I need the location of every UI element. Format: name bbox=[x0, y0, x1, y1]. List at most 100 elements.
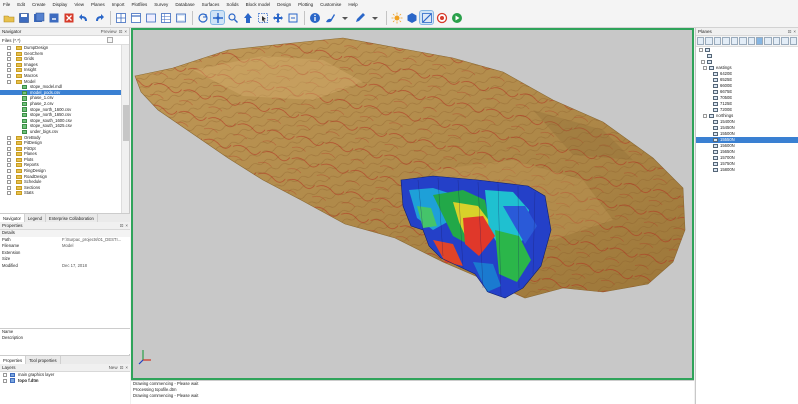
zoom-button[interactable] bbox=[226, 11, 239, 24]
close-icon[interactable]: × bbox=[125, 364, 128, 371]
expand-icon[interactable] bbox=[3, 373, 7, 377]
plane-tool-button[interactable] bbox=[772, 37, 781, 45]
record-button[interactable] bbox=[435, 11, 448, 24]
dropdown2-button[interactable] bbox=[368, 11, 381, 24]
expand-icon[interactable] bbox=[7, 146, 11, 151]
menu-planes[interactable]: Planes bbox=[91, 2, 105, 7]
expand-icon[interactable] bbox=[7, 180, 11, 185]
property-row[interactable]: Extension bbox=[0, 250, 130, 257]
menu-file[interactable]: File bbox=[3, 2, 10, 7]
window-button[interactable] bbox=[144, 11, 157, 24]
expand-icon[interactable] bbox=[699, 48, 703, 52]
table-button[interactable] bbox=[159, 11, 172, 24]
plane-tool-button[interactable] bbox=[697, 37, 705, 45]
pan-button[interactable] bbox=[210, 10, 225, 25]
plane-tool-button[interactable] bbox=[781, 37, 789, 45]
menu-plotting[interactable]: Plotting bbox=[298, 2, 313, 7]
expand-icon[interactable] bbox=[7, 46, 11, 50]
layout-button[interactable] bbox=[129, 11, 142, 24]
expand-icon[interactable] bbox=[7, 174, 11, 179]
expand-icon[interactable] bbox=[703, 114, 707, 118]
expand-icon[interactable] bbox=[7, 73, 11, 78]
expand-icon[interactable] bbox=[3, 378, 7, 383]
tab-navigator[interactable]: Navigator bbox=[0, 214, 25, 222]
layer-item[interactable]: topo f.dtm bbox=[0, 378, 130, 384]
arrow-up-button[interactable] bbox=[241, 11, 254, 24]
graphics-viewport[interactable] bbox=[131, 28, 694, 380]
plane-tool-button[interactable] bbox=[764, 37, 772, 45]
redo-button[interactable] bbox=[92, 11, 105, 24]
expand-icon[interactable] bbox=[7, 157, 11, 162]
undo-button[interactable] bbox=[77, 11, 90, 24]
expand-icon[interactable] bbox=[7, 141, 11, 146]
property-row[interactable]: Modified Dec 17, 2018 bbox=[0, 263, 130, 270]
tab-properties[interactable]: Properties bbox=[0, 356, 27, 364]
brush-button[interactable] bbox=[323, 11, 336, 24]
plane-tool-button[interactable] bbox=[755, 37, 764, 45]
delete-button[interactable] bbox=[62, 11, 75, 24]
window2-button[interactable] bbox=[174, 11, 187, 24]
expand-icon[interactable] bbox=[7, 191, 11, 196]
plane-tool-button[interactable] bbox=[739, 37, 747, 45]
expand-icon[interactable] bbox=[7, 68, 11, 73]
menu-solids[interactable]: Solids bbox=[226, 2, 238, 7]
folder-open-button[interactable] bbox=[2, 11, 15, 24]
details-group[interactable]: Details bbox=[0, 230, 130, 237]
menu-import[interactable]: Import bbox=[112, 2, 125, 7]
grid-button[interactable] bbox=[114, 11, 127, 24]
play-button[interactable] bbox=[450, 11, 463, 24]
menu-edit[interactable]: Edit bbox=[17, 2, 25, 7]
menu-surfaces[interactable]: Surfaces bbox=[202, 2, 220, 7]
menu-view[interactable]: View bbox=[74, 2, 84, 7]
plane-tool-button[interactable] bbox=[713, 37, 722, 45]
fit-button[interactable] bbox=[286, 11, 299, 24]
menu-survey[interactable]: Survey bbox=[154, 2, 168, 7]
move-button[interactable] bbox=[271, 11, 284, 24]
tab-tool-properties[interactable]: Tool properties bbox=[26, 356, 61, 364]
menu-block-model[interactable]: Block model bbox=[246, 2, 271, 7]
menu-display[interactable]: Display bbox=[53, 2, 68, 7]
tab-enterprise-collaboration[interactable]: Enterprise Collaboration bbox=[46, 214, 98, 222]
expand-icon[interactable] bbox=[7, 79, 11, 84]
navigator-scrollbar[interactable] bbox=[121, 45, 129, 241]
new-layer-button[interactable]: New bbox=[109, 364, 118, 371]
menu-customise[interactable]: Customise bbox=[320, 2, 341, 7]
expand-icon[interactable] bbox=[7, 57, 11, 62]
tab-legend[interactable]: Legend bbox=[25, 214, 46, 222]
pin-icon[interactable]: ⊡ bbox=[120, 222, 124, 229]
expand-icon[interactable] bbox=[7, 51, 11, 56]
save-all-button[interactable] bbox=[32, 11, 45, 24]
expand-icon[interactable] bbox=[701, 60, 705, 64]
pencil-button[interactable] bbox=[353, 11, 366, 24]
close-file-button[interactable] bbox=[47, 11, 60, 24]
tree-folder[interactable]: Stats bbox=[0, 190, 122, 196]
close-icon[interactable]: × bbox=[793, 28, 796, 35]
pin-icon[interactable]: ⊡ bbox=[119, 28, 123, 35]
plane-tool-button[interactable] bbox=[722, 37, 730, 45]
pin-icon[interactable]: ⊡ bbox=[120, 364, 124, 371]
expand-icon[interactable] bbox=[7, 135, 11, 140]
shade-button[interactable] bbox=[405, 11, 418, 24]
plane-tool-button[interactable] bbox=[705, 37, 713, 45]
expand-icon[interactable] bbox=[7, 169, 11, 174]
plane-tool-button[interactable] bbox=[730, 37, 739, 45]
select-button[interactable] bbox=[256, 11, 269, 24]
close-icon[interactable]: × bbox=[125, 222, 128, 229]
save-button[interactable] bbox=[17, 11, 30, 24]
preview-label[interactable]: Preview bbox=[101, 28, 117, 35]
scrollbar-thumb[interactable] bbox=[123, 105, 129, 141]
property-row[interactable]: Path F:\Surpac_projects\01_DESTI... bbox=[0, 237, 130, 244]
expand-icon[interactable] bbox=[7, 62, 11, 67]
dropdown-button[interactable] bbox=[338, 11, 351, 24]
menu-design[interactable]: Design bbox=[277, 2, 291, 7]
expand-icon[interactable] bbox=[7, 185, 11, 190]
property-row[interactable]: Size bbox=[0, 256, 130, 263]
info-button[interactable] bbox=[308, 11, 321, 24]
plane-tool-button[interactable] bbox=[789, 37, 798, 45]
pin-icon[interactable]: ⊡ bbox=[788, 28, 792, 35]
file-filter-select[interactable]: Files (*.*) bbox=[0, 36, 129, 45]
rotate-button[interactable] bbox=[196, 11, 209, 24]
menu-plotfiles[interactable]: Plotfiles bbox=[132, 2, 148, 7]
section-button[interactable] bbox=[419, 10, 434, 25]
expand-icon[interactable] bbox=[703, 66, 707, 70]
